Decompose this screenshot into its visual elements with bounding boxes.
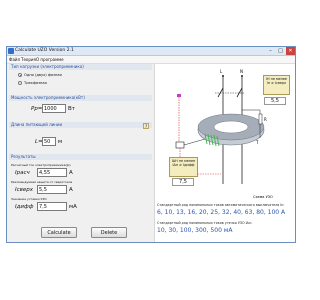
contact-n <box>236 87 243 98</box>
power-input[interactable]: 1000 <box>42 104 66 113</box>
label-t: T <box>255 140 259 145</box>
radio-three-phase[interactable] <box>18 81 22 85</box>
leak-note-line2: IΔн ≥ Iдифф <box>172 163 195 167</box>
diagram-panel: L N R T Схема УЗО IН не менее Iн ≥ Iсвер… <box>154 64 295 242</box>
load-type-heading: Тип нагрузки (электроприемника) <box>9 64 152 70</box>
contact-l <box>217 87 224 98</box>
power-label: Pр= <box>31 106 43 112</box>
toroid-hole <box>213 120 249 134</box>
terminal-n <box>241 75 243 77</box>
power-heading: Мощность электроприемника(кВт) <box>9 95 152 101</box>
length-input[interactable]: 50 <box>42 137 56 146</box>
leak-note: IΔН не менее IΔн ≥ Iдифф <box>169 157 198 177</box>
leak-symbol: Iдифф <box>15 204 34 210</box>
help-button[interactable]: ? <box>143 123 149 129</box>
rated-output: 5,5 <box>37 185 67 194</box>
current-label: Расчетный ток электроприемника(Ip) <box>11 163 71 167</box>
breaker-note-value: 5,5 <box>264 97 286 105</box>
breaker-note: IН не менее Iн ≥ Iсверх <box>263 75 290 95</box>
line-length-heading: Длина питающей линии <box>9 122 152 128</box>
label-l: L <box>220 69 223 74</box>
diagram-caption: Схема УЗО <box>253 195 273 199</box>
calculate-button[interactable]: Calculate <box>41 227 77 238</box>
std-leak-values: 10, 30, 100, 300, 500 мА <box>157 227 233 234</box>
window-title: Calculate UZO Version 2.1 <box>15 48 74 53</box>
leak-label: Значение уставки УЗО <box>11 197 47 201</box>
terminal-l <box>222 75 224 77</box>
current-output: 4,55 <box>37 168 67 177</box>
results-heading: Результаты <box>9 154 152 160</box>
std-leak-label: Стандартный ряд номинальных токов утечки… <box>157 221 253 225</box>
maximize-button[interactable]: □ <box>276 47 285 55</box>
menu-about[interactable]: О программе <box>36 56 64 63</box>
delete-button[interactable]: Delete <box>91 227 127 238</box>
leak-output: 7,5 <box>37 202 67 211</box>
input-panel: Тип нагрузки (электроприемника) Одно (дв… <box>9 64 152 242</box>
label-n: N <box>240 69 243 74</box>
power-unit: Вт <box>68 106 75 112</box>
menu-theory[interactable]: Теория <box>21 56 36 63</box>
coil-wire <box>183 138 206 146</box>
close-button[interactable]: ✕ <box>286 47 295 55</box>
menu-file[interactable]: Файл <box>9 56 20 63</box>
title-bar: Calculate UZO Version 2.1 – □ ✕ <box>7 47 295 56</box>
three-phase-label: Трехфазная <box>24 81 47 85</box>
breaker-note-line2: Iн ≥ Iсверх <box>266 81 287 85</box>
test-button-marker <box>177 94 181 97</box>
radio-single-phase[interactable] <box>18 73 22 77</box>
relay-box <box>175 141 185 149</box>
std-currents-label: Стандартный ряд номинальных токов автома… <box>157 203 285 207</box>
minimize-button[interactable]: – <box>266 47 275 55</box>
length-unit: м <box>58 139 63 145</box>
single-phase-label: Одно (двух) фазная <box>24 73 62 77</box>
label-r: R <box>264 117 267 122</box>
current-symbol: Iрасч <box>15 170 30 176</box>
rated-symbol: Iсверх <box>15 187 34 193</box>
app-window: Calculate UZO Version 2.1 – □ ✕ Файл Тео… <box>6 46 296 243</box>
leak-unit: мА <box>69 204 77 210</box>
rated-label: Рекомендуемая защита от сверхтоков <box>11 180 73 184</box>
test-resistor <box>258 113 263 125</box>
menu-bar: Файл Теория О программе <box>7 56 295 64</box>
current-unit: А <box>69 170 73 176</box>
app-icon <box>8 48 14 54</box>
leak-note-value: 7,5 <box>172 178 194 186</box>
rated-unit: А <box>69 187 73 193</box>
std-currents-values: 6, 10, 13, 16, 20, 25, 32, 40, 63, 80, 1… <box>157 209 286 216</box>
